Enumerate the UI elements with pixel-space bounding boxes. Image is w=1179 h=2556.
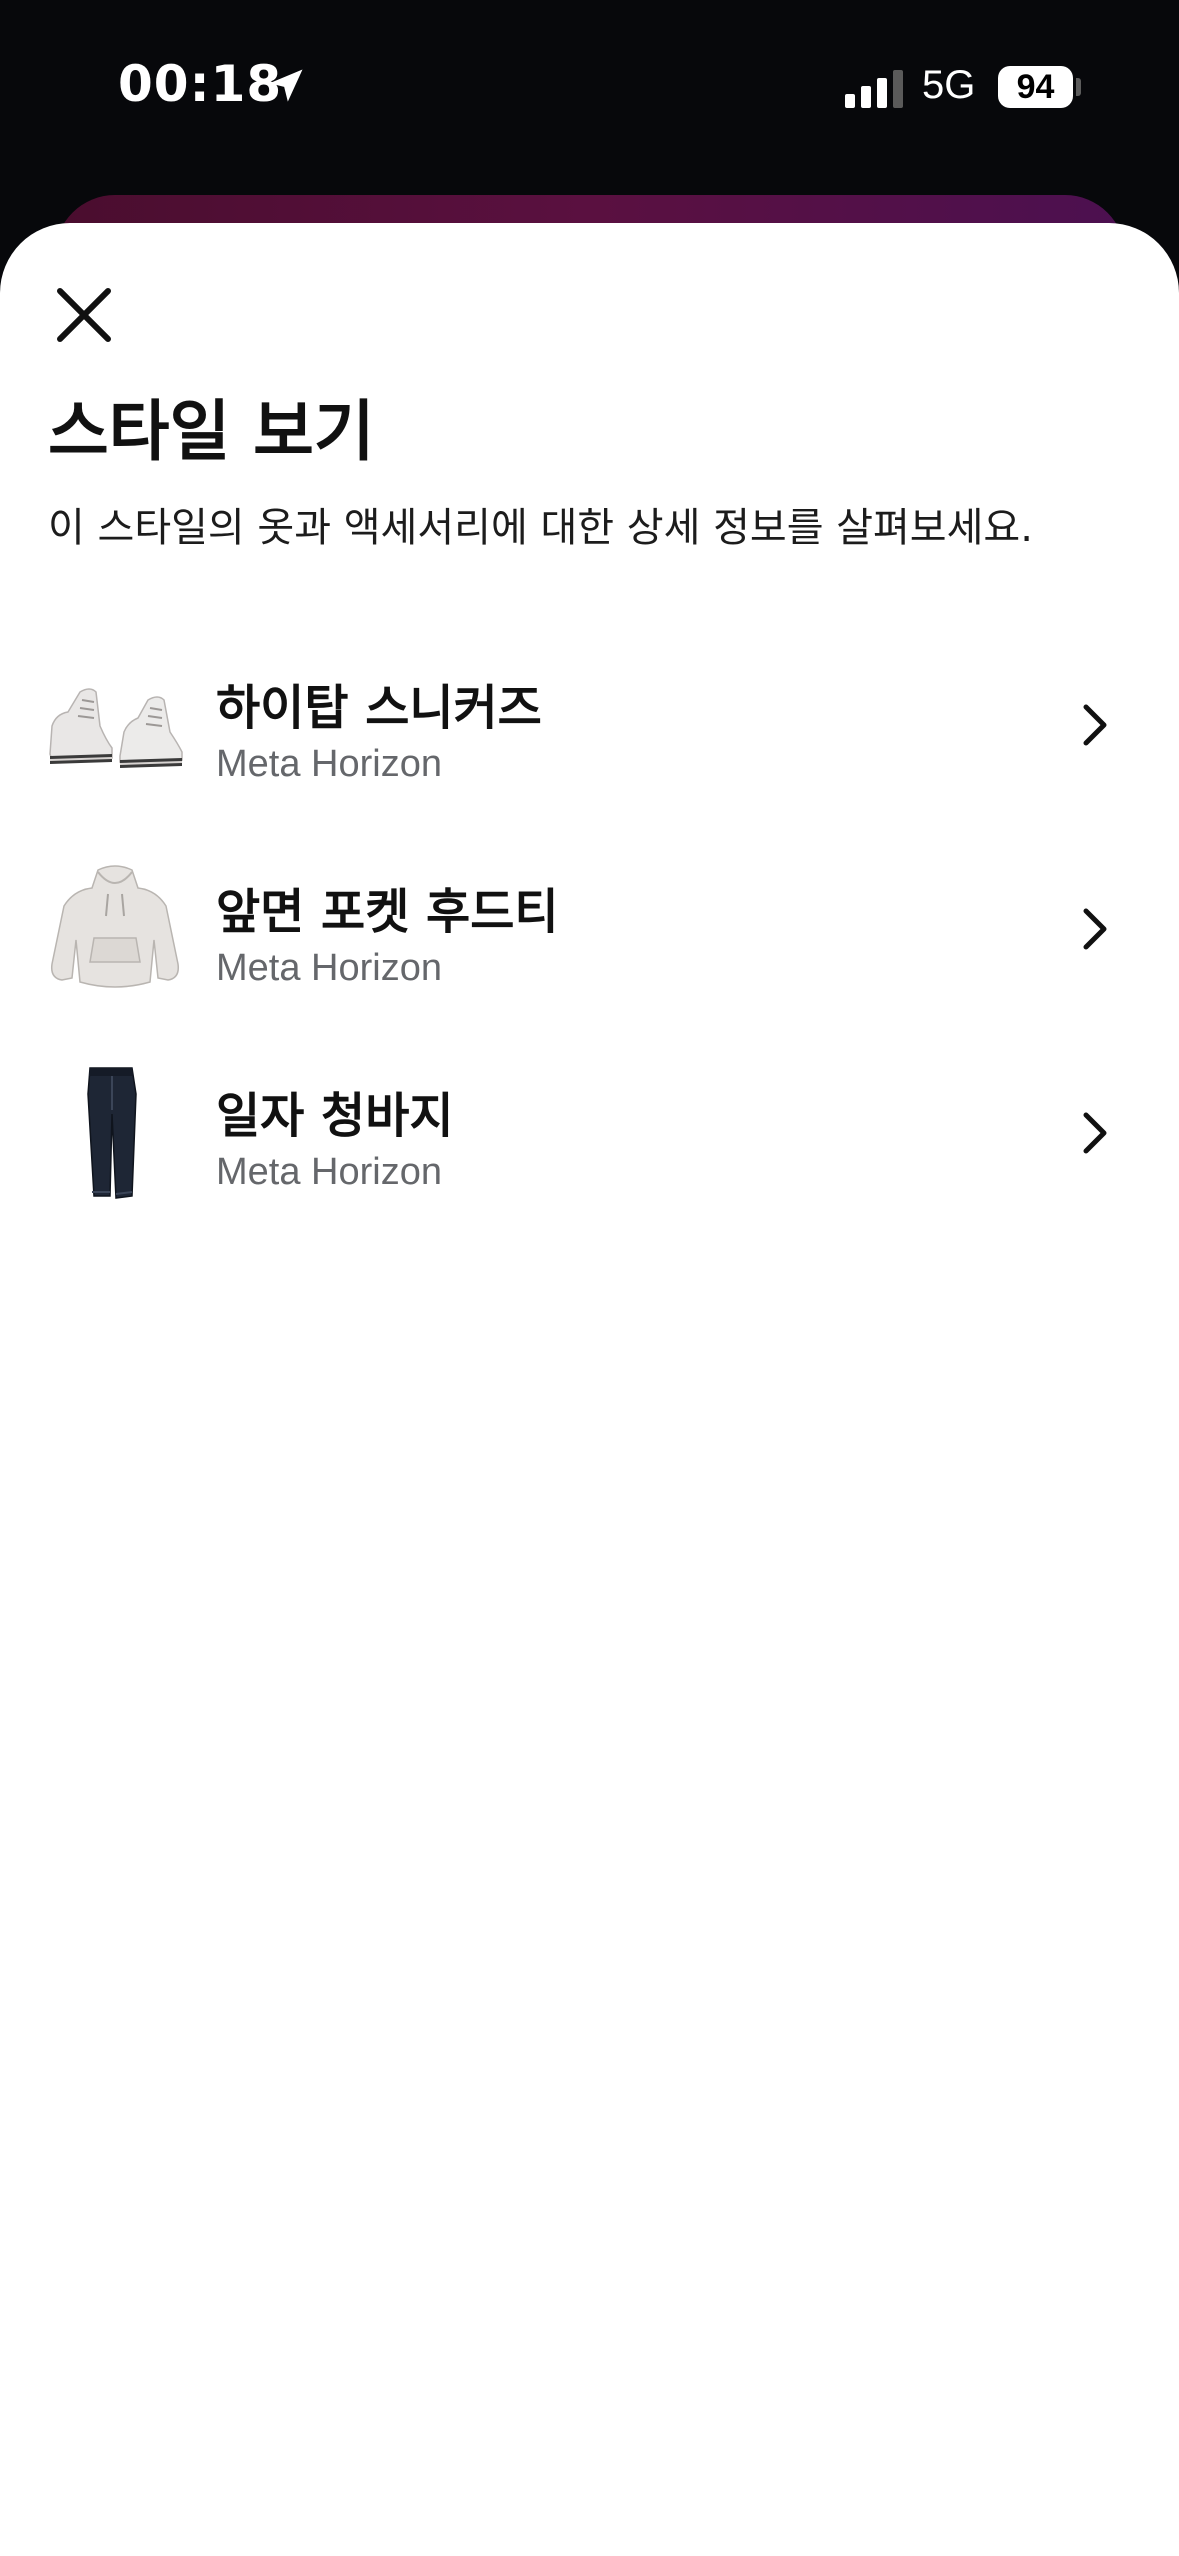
status-bar: 00:18 5G 94 <box>0 0 1179 175</box>
item-brand: Meta Horizon <box>216 743 442 785</box>
list-item-hoodie[interactable]: 앞면 포켓 후드티 Meta Horizon <box>0 827 1179 1031</box>
page-title: 스타일 보기 <box>48 393 375 470</box>
item-title: 하이탑 스니커즈 <box>216 680 542 736</box>
jeans-thumbnail <box>87 1067 137 1199</box>
list-item-jeans[interactable]: 일자 청바지 Meta Horizon <box>0 1031 1179 1235</box>
cellular-signal-icon <box>845 70 903 108</box>
chevron-right-icon <box>1083 704 1107 746</box>
chevron-right-icon <box>1083 1112 1107 1154</box>
hoodie-thumbnail <box>50 865 180 988</box>
style-sheet: 스타일 보기 이 스타일의 옷과 액세서리에 대한 상세 정보를 살펴보세요. <box>0 223 1179 2556</box>
item-title: 일자 청바지 <box>216 1088 454 1144</box>
item-list: 하이탑 스니커즈 Meta Horizon 앞면 포켓 후드티 Meta Hor… <box>0 623 1179 1235</box>
list-item-sneakers[interactable]: 하이탑 스니커즈 Meta Horizon <box>0 623 1179 827</box>
sneakers-thumbnail <box>49 688 183 768</box>
status-time: 00:18 <box>118 55 283 113</box>
battery-icon: 94 <box>998 66 1073 108</box>
item-title: 앞면 포켓 후드티 <box>216 884 559 940</box>
network-type: 5G <box>922 63 976 107</box>
close-button[interactable] <box>44 275 124 355</box>
battery-tip <box>1076 78 1081 96</box>
chevron-right-icon <box>1083 908 1107 950</box>
close-icon <box>57 288 111 342</box>
page-description: 이 스타일의 옷과 액세서리에 대한 상세 정보를 살펴보세요. <box>48 505 1033 551</box>
item-brand: Meta Horizon <box>216 947 442 989</box>
battery-level: 94 <box>1016 67 1055 106</box>
item-brand: Meta Horizon <box>216 1151 442 1193</box>
screen: 00:18 5G 94 스타일 보기 이 스타일의 옷과 액세서리에 대한 상세… <box>0 0 1179 2556</box>
location-arrow-icon <box>269 69 303 102</box>
